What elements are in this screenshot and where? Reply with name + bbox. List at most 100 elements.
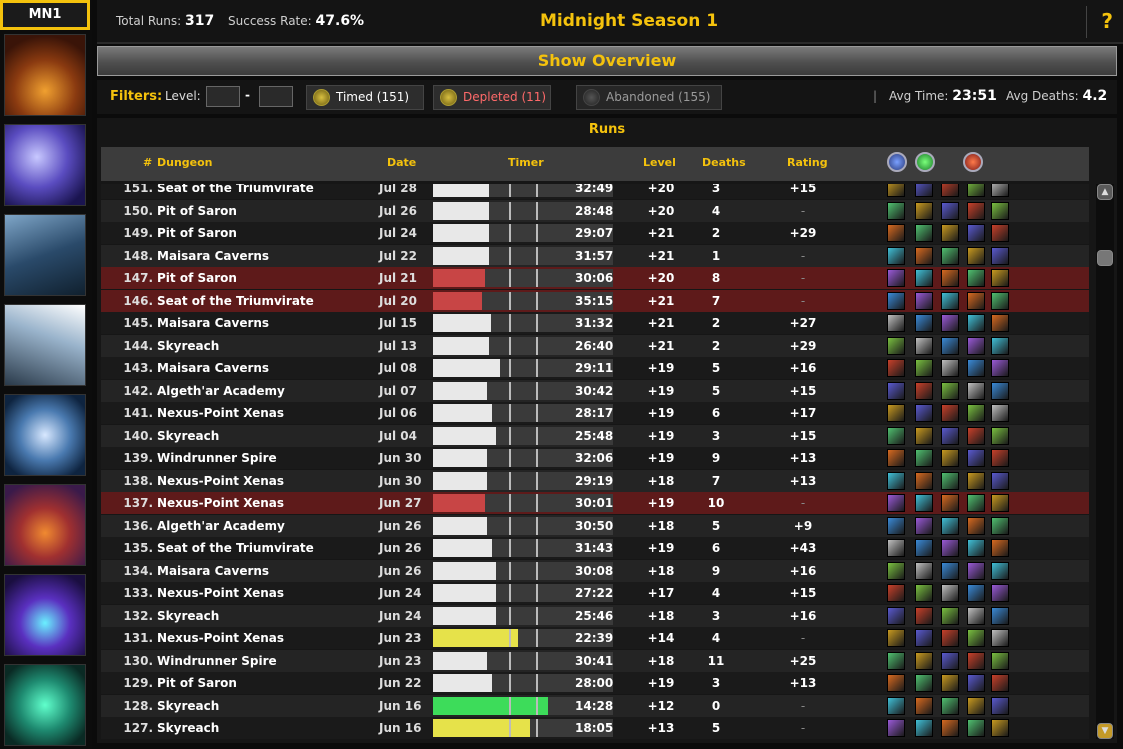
party-member-icon[interactable] <box>967 269 985 287</box>
party-member-icon[interactable] <box>967 224 985 242</box>
party-member-icon[interactable] <box>915 291 933 310</box>
party-member-icon[interactable] <box>967 426 985 445</box>
table-row[interactable]: 147. Pit of Saron Jul 21 30:06 +20 8 - <box>101 267 1089 289</box>
party-member-icon[interactable] <box>887 381 905 400</box>
party-member-icon[interactable] <box>915 269 933 287</box>
party-member-icon[interactable] <box>967 314 985 332</box>
party-member-icon[interactable] <box>967 719 985 737</box>
party-member-icon[interactable] <box>887 201 905 220</box>
party-member-icon[interactable] <box>991 696 1009 715</box>
party-member-icon[interactable] <box>941 359 959 377</box>
party-member-icon[interactable] <box>941 516 959 535</box>
party-member-icon[interactable] <box>991 651 1009 670</box>
dungeon-thumbnail-8[interactable] <box>4 664 86 746</box>
party-member-icon[interactable] <box>915 449 933 467</box>
table-row[interactable]: 137. Nexus-Point Xenas Jun 27 30:01 +19 10 - <box>101 492 1089 514</box>
col-rating[interactable]: Rating <box>787 156 828 169</box>
party-member-icon[interactable] <box>941 674 959 692</box>
party-member-icon[interactable] <box>887 516 905 535</box>
party-member-icon[interactable] <box>967 494 985 512</box>
party-member-icon[interactable] <box>915 184 933 197</box>
party-member-icon[interactable] <box>941 246 959 265</box>
party-member-icon[interactable] <box>915 561 933 580</box>
party-member-icon[interactable] <box>915 674 933 692</box>
scrollbar[interactable]: ▲ ▼ <box>1096 184 1114 739</box>
table-row[interactable]: 145. Maisara Caverns Jul 15 31:32 +21 2 +27 <box>101 312 1089 334</box>
dungeon-thumbnail-6[interactable] <box>4 484 86 566</box>
abandoned-filter-button[interactable]: Abandoned (155) <box>576 85 722 110</box>
party-member-icon[interactable] <box>967 449 985 467</box>
party-member-icon[interactable] <box>991 359 1009 377</box>
party-member-icon[interactable] <box>915 539 933 557</box>
party-member-icon[interactable] <box>915 606 933 625</box>
party-member-icon[interactable] <box>967 471 985 490</box>
party-member-icon[interactable] <box>941 404 959 422</box>
col-deaths[interactable]: Deaths <box>702 156 746 169</box>
table-row[interactable]: 139. Windrunner Spire Jun 30 32:06 +19 9 +13 <box>101 447 1089 469</box>
dungeon-thumbnail-2[interactable] <box>4 124 86 206</box>
level-min-input[interactable] <box>206 86 240 107</box>
level-max-input[interactable] <box>259 86 293 107</box>
table-row[interactable]: 148. Maisara Caverns Jul 22 31:57 +21 1 - <box>101 244 1089 267</box>
party-member-icon[interactable] <box>915 359 933 377</box>
scroll-up-button[interactable]: ▲ <box>1097 184 1113 200</box>
table-row[interactable]: 134. Maisara Caverns Jun 26 30:08 +18 9 +16 <box>101 559 1089 582</box>
party-member-icon[interactable] <box>915 516 933 535</box>
party-member-icon[interactable] <box>991 201 1009 220</box>
party-member-icon[interactable] <box>941 381 959 400</box>
party-member-icon[interactable] <box>887 314 905 332</box>
col-num[interactable]: # <box>143 156 152 169</box>
depleted-filter-button[interactable]: Depleted (11) <box>433 85 551 110</box>
party-member-icon[interactable] <box>967 651 985 670</box>
party-member-icon[interactable] <box>915 314 933 332</box>
party-member-icon[interactable] <box>941 651 959 670</box>
party-member-icon[interactable] <box>991 314 1009 332</box>
party-member-icon[interactable] <box>915 584 933 602</box>
table-row[interactable]: 128. Skyreach Jun 16 14:28 +12 0 - <box>101 694 1089 717</box>
party-member-icon[interactable] <box>991 719 1009 737</box>
party-member-icon[interactable] <box>941 426 959 445</box>
party-member-icon[interactable] <box>915 629 933 647</box>
party-member-icon[interactable] <box>991 184 1009 197</box>
party-member-icon[interactable] <box>967 629 985 647</box>
party-member-icon[interactable] <box>991 291 1009 310</box>
party-member-icon[interactable] <box>967 404 985 422</box>
party-member-icon[interactable] <box>967 246 985 265</box>
party-member-icon[interactable] <box>915 224 933 242</box>
party-member-icon[interactable] <box>887 269 905 287</box>
party-member-icon[interactable] <box>941 719 959 737</box>
party-member-icon[interactable] <box>991 449 1009 467</box>
party-member-icon[interactable] <box>991 561 1009 580</box>
party-member-icon[interactable] <box>941 629 959 647</box>
party-member-icon[interactable] <box>941 184 959 197</box>
party-member-icon[interactable] <box>915 651 933 670</box>
dungeon-thumbnail-3[interactable] <box>4 214 86 296</box>
party-member-icon[interactable] <box>887 629 905 647</box>
table-row[interactable]: 146. Seat of the Triumvirate Jul 20 35:15 +2… <box>101 289 1089 312</box>
table-row[interactable]: 141. Nexus-Point Xenas Jul 06 28:17 +19 6 +17 <box>101 402 1089 424</box>
col-level[interactable]: Level <box>643 156 676 169</box>
party-member-icon[interactable] <box>967 606 985 625</box>
party-member-icon[interactable] <box>967 584 985 602</box>
table-row[interactable]: 132. Skyreach Jun 24 25:46 +18 3 +16 <box>101 604 1089 627</box>
party-member-icon[interactable] <box>887 224 905 242</box>
party-member-icon[interactable] <box>991 674 1009 692</box>
party-member-icon[interactable] <box>967 539 985 557</box>
table-row[interactable]: 127. Skyreach Jun 16 18:05 +13 5 - <box>101 717 1089 739</box>
party-member-icon[interactable] <box>887 651 905 670</box>
scroll-down-button[interactable]: ▼ <box>1097 723 1113 739</box>
party-member-icon[interactable] <box>915 246 933 265</box>
table-row[interactable]: 149. Pit of Saron Jul 24 29:07 +21 2 +29 <box>101 222 1089 244</box>
party-member-icon[interactable] <box>941 696 959 715</box>
party-member-icon[interactable] <box>941 584 959 602</box>
party-member-icon[interactable] <box>887 674 905 692</box>
table-row[interactable]: 144. Skyreach Jul 13 26:40 +21 2 +29 <box>101 334 1089 357</box>
party-member-icon[interactable] <box>967 359 985 377</box>
party-member-icon[interactable] <box>967 336 985 355</box>
party-member-icon[interactable] <box>991 539 1009 557</box>
party-member-icon[interactable] <box>887 291 905 310</box>
party-member-icon[interactable] <box>887 426 905 445</box>
party-member-icon[interactable] <box>887 404 905 422</box>
party-member-icon[interactable] <box>991 404 1009 422</box>
timed-filter-button[interactable]: Timed (151) <box>306 85 424 110</box>
